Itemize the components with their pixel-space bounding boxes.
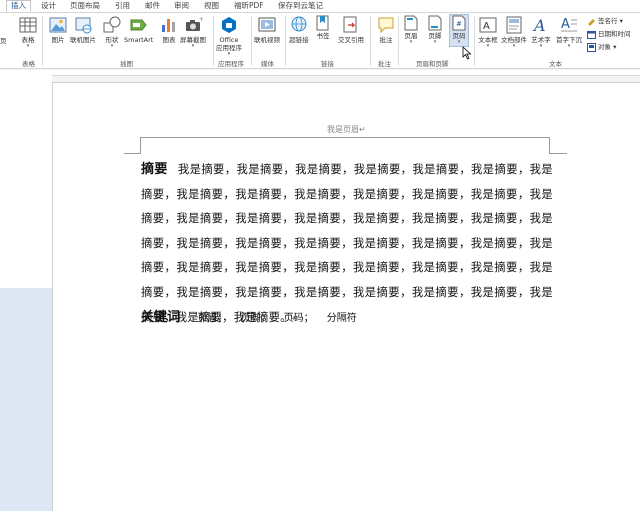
header-button[interactable]: 页眉 ▾ bbox=[404, 15, 418, 45]
table-button[interactable]: 表格 ▾ bbox=[18, 15, 38, 49]
bookmark-button[interactable]: 书签 bbox=[316, 15, 330, 40]
shapes-button[interactable]: 形状 ▾ bbox=[102, 15, 122, 49]
chevron-down-icon: ▾ bbox=[567, 43, 571, 49]
object-icon bbox=[587, 42, 596, 52]
chevron-down-icon: ▾ bbox=[227, 51, 231, 57]
chevron-down-icon: ▾ bbox=[486, 43, 490, 49]
svg-text:A: A bbox=[561, 17, 570, 32]
chevron-down-icon: ▾ bbox=[409, 39, 413, 45]
keywords-title: 关键词 bbox=[141, 310, 181, 325]
svg-text:A: A bbox=[532, 16, 546, 35]
cross-reference-icon bbox=[343, 16, 357, 33]
drop-cap-icon: A bbox=[561, 17, 577, 32]
comment-button[interactable]: 批注 bbox=[376, 15, 396, 44]
keywords-paragraph[interactable]: 关键词 页眉； 页脚； 页码； 分隔符 bbox=[141, 306, 367, 325]
chart-button[interactable]: 图表 bbox=[159, 15, 179, 44]
chevron-down-icon: ▾ bbox=[457, 39, 461, 45]
screenshot-button[interactable]: + 屏幕截图 ▾ bbox=[180, 15, 206, 49]
svg-text:A: A bbox=[483, 21, 490, 32]
paragraph-mark-icon: ↵ bbox=[359, 125, 366, 134]
footer-button[interactable]: 页脚 ▾ bbox=[428, 15, 442, 45]
date-time-button[interactable]: 日期和时间 bbox=[587, 29, 631, 39]
keyword-item: 页码； bbox=[283, 313, 314, 324]
store-icon bbox=[222, 17, 236, 33]
tab-foxit-pdf[interactable]: 福昕PDF bbox=[234, 0, 264, 12]
chevron-down-icon: ▾ bbox=[539, 43, 543, 49]
text-box-button[interactable]: A 文本框 ▾ bbox=[478, 15, 498, 49]
picture-icon bbox=[49, 17, 67, 33]
ribbon-tab-bar: 插入 设计 页面布局 引用 邮件 审阅 视图 福昕PDF 保存到云笔记 bbox=[0, 0, 640, 12]
ribbon: 页 表格 ▾ 图片 联机图片 形状 ▾ SmartArt 图表 + 屏幕截图 ▾… bbox=[0, 12, 640, 69]
text-box-icon: A bbox=[479, 17, 497, 33]
chevron-down-icon: ▾ bbox=[110, 43, 114, 49]
video-icon bbox=[258, 17, 276, 32]
cross-reference-button[interactable]: 交叉引用 bbox=[338, 15, 364, 44]
shapes-icon bbox=[103, 16, 121, 33]
drop-cap-button[interactable]: A 首字下沉 ▾ bbox=[556, 15, 582, 49]
calendar-icon bbox=[587, 30, 596, 39]
page-number-icon: # bbox=[452, 15, 466, 31]
quick-parts-icon bbox=[506, 16, 522, 34]
page-number-button[interactable]: # 页码 ▾ bbox=[449, 14, 469, 47]
tab-insert[interactable]: 插入 bbox=[6, 0, 31, 12]
tab-review[interactable]: 审阅 bbox=[174, 0, 189, 12]
tab-save-to-cloud-note[interactable]: 保存到云笔记 bbox=[278, 0, 323, 12]
abstract-body: 我是摘要，我是摘要，我是摘要，我是摘要，我是摘要，我是摘要，我是摘要，我是摘要，… bbox=[141, 163, 553, 324]
chevron-down-icon: ▾ bbox=[433, 39, 437, 45]
keyword-item: 分隔符 bbox=[326, 313, 357, 324]
signature-line-button[interactable]: 签名行 ▾ bbox=[587, 16, 623, 26]
smartart-button[interactable]: SmartArt bbox=[124, 15, 153, 44]
mouse-cursor-icon bbox=[462, 46, 472, 60]
online-picture-icon bbox=[75, 17, 92, 34]
tab-mailings[interactable]: 邮件 bbox=[145, 0, 160, 12]
table-icon bbox=[19, 17, 37, 33]
header-icon bbox=[404, 15, 418, 31]
wordart-icon: A bbox=[532, 16, 546, 35]
group-label-apps: 应用程序 bbox=[218, 60, 244, 68]
group-label-tables: 表格 bbox=[22, 60, 35, 68]
svg-text:+: + bbox=[199, 16, 203, 23]
keyword-item: 页脚； bbox=[240, 313, 271, 324]
tab-view[interactable]: 视图 bbox=[204, 0, 219, 12]
camera-icon: + bbox=[186, 16, 203, 31]
group-label-illustrations: 插图 bbox=[120, 60, 133, 68]
navigation-pane bbox=[0, 70, 52, 511]
chevron-down-icon: ▾ bbox=[26, 43, 30, 49]
svg-text:#: # bbox=[456, 20, 462, 28]
chevron-down-icon: ▾ bbox=[619, 17, 623, 25]
signature-icon bbox=[588, 18, 595, 26]
office-apps-button[interactable]: Office 应用程序 ▾ bbox=[216, 15, 242, 57]
page-button-partial[interactable]: 页 bbox=[0, 37, 7, 45]
tab-references[interactable]: 引用 bbox=[115, 0, 130, 12]
footer-icon bbox=[428, 15, 442, 31]
chevron-down-icon: ▾ bbox=[191, 43, 195, 49]
chevron-down-icon: ▾ bbox=[512, 43, 516, 49]
group-label-links: 链接 bbox=[321, 60, 334, 68]
group-label-comments: 批注 bbox=[378, 60, 391, 68]
navigation-pane-highlight bbox=[0, 288, 52, 511]
hyperlink-button[interactable]: 超链接 bbox=[289, 15, 309, 44]
object-button[interactable]: 对象 ▾ bbox=[587, 42, 616, 52]
group-label-media: 媒体 bbox=[261, 60, 274, 68]
tab-page-layout[interactable]: 页面布局 bbox=[70, 0, 100, 12]
group-label-text: 文本 bbox=[549, 60, 562, 68]
online-video-button[interactable]: 联机视频 bbox=[254, 15, 280, 44]
chevron-down-icon: ▾ bbox=[613, 43, 617, 51]
chart-icon bbox=[162, 19, 175, 32]
bookmark-icon bbox=[316, 15, 329, 31]
online-pictures-button[interactable]: 联机图片 bbox=[70, 15, 96, 44]
tab-design[interactable]: 设计 bbox=[41, 0, 56, 12]
page-header-text[interactable]: 我是页眉↵ bbox=[327, 124, 366, 135]
quick-parts-button[interactable]: 文档部件 ▾ bbox=[501, 15, 527, 49]
abstract-title: 摘要 bbox=[141, 162, 168, 177]
group-label-header-footer: 页眉和页脚 bbox=[416, 60, 449, 68]
header-area-border bbox=[140, 137, 550, 153]
wordart-button[interactable]: A 艺术字 ▾ bbox=[531, 15, 551, 49]
globe-link-icon bbox=[291, 16, 307, 32]
smartart-icon bbox=[130, 19, 147, 31]
comment-icon bbox=[378, 17, 394, 34]
pictures-button[interactable]: 图片 bbox=[48, 15, 68, 44]
ruler bbox=[44, 70, 640, 76]
keyword-item: 页眉； bbox=[197, 313, 228, 324]
